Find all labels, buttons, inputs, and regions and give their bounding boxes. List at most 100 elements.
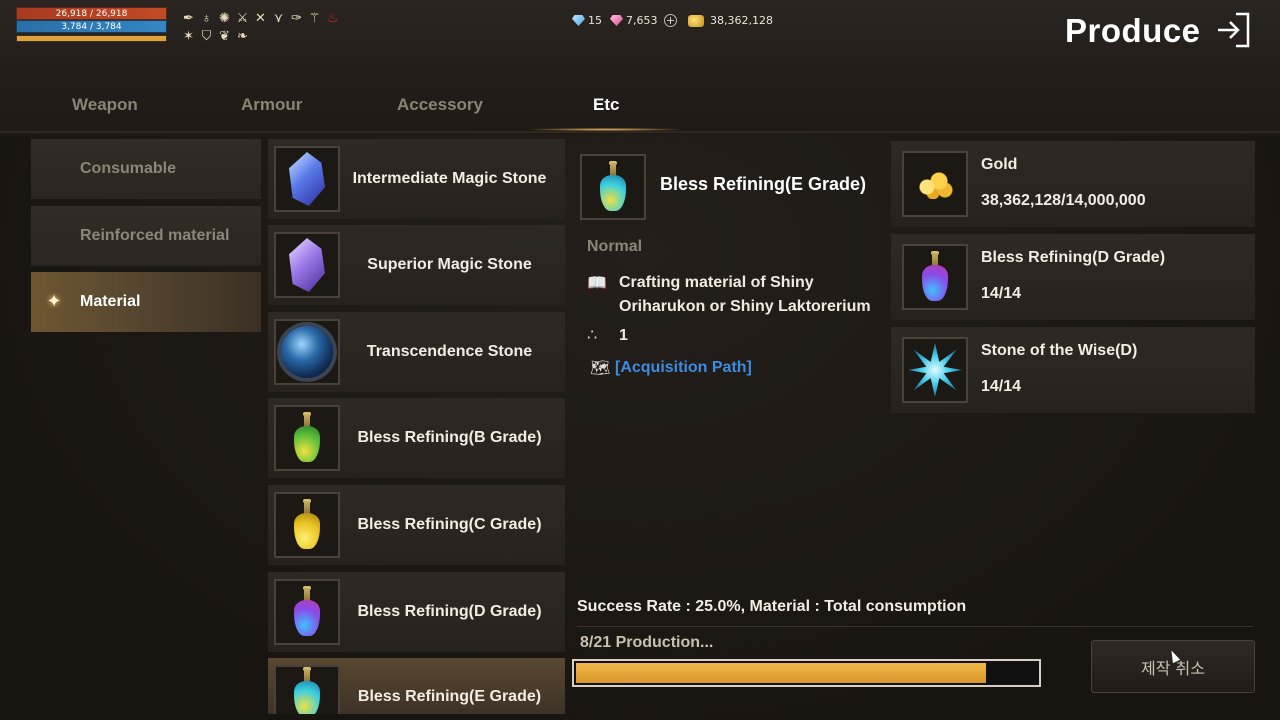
wings-icon: ❧ <box>237 28 248 43</box>
tab-weapon[interactable]: Weapon <box>72 95 138 115</box>
x-wings-icon: ✕ <box>255 10 266 25</box>
orb-icon <box>281 326 333 378</box>
divider <box>577 626 1253 627</box>
purple-crystal-icon <box>289 238 325 292</box>
blue-gem-counter: 15 <box>572 14 602 27</box>
requirement-name: Gold <box>981 156 1018 173</box>
mp-bar: 3,784 / 3,784 <box>16 20 167 33</box>
requirement-bless-refining-d[interactable]: Bless Refining(D Grade) 14/14 <box>891 234 1255 320</box>
shield-icon: ⛉ <box>201 28 212 43</box>
item-bless-refining-d[interactable]: Bless Refining(D Grade) <box>268 572 565 652</box>
laurel-icon: ❦ <box>219 28 230 43</box>
detail-grade: Normal <box>587 238 643 255</box>
blue-crystal-icon <box>289 152 325 206</box>
purple-potion-icon <box>921 251 949 303</box>
pink-gem-value: 7,653 <box>626 14 658 27</box>
requirement-count: 38,362,128/14,000,000 <box>981 192 1146 209</box>
gold-value: 38,362,128 <box>710 14 773 27</box>
description-line: Crafting material of Shiny <box>619 274 814 291</box>
claw-icon: ✶ <box>183 28 194 43</box>
cyan-potion-icon <box>599 161 627 213</box>
spiked-star-icon <box>908 343 962 397</box>
sword-icon: ⚚ <box>308 10 321 25</box>
tab-divider <box>0 131 1280 133</box>
green-potion-icon <box>293 412 321 464</box>
progress-fill <box>576 663 987 683</box>
item-slot <box>902 151 968 217</box>
item-intermediate-magic-stone[interactable]: Intermediate Magic Stone <box>268 139 565 219</box>
page-title: Produce <box>1065 12 1201 49</box>
production-progress-bar <box>572 659 1041 687</box>
gold-coin-icon <box>688 14 704 27</box>
cyan-potion-icon <box>293 667 321 714</box>
book-icon: 📖 <box>587 275 607 292</box>
pink-gem-counter: 7,653 <box>610 14 658 27</box>
item-bless-refining-b[interactable]: Bless Refining(B Grade) <box>268 398 565 478</box>
plus-icon: + <box>664 14 677 27</box>
item-slot <box>902 337 968 403</box>
item-slot <box>274 405 340 471</box>
item-slot <box>274 319 340 385</box>
item-name: Intermediate Magic Stone <box>352 170 547 187</box>
crossed-swords-icon: ⚔ <box>236 10 249 25</box>
xp-bar-fill <box>17 36 166 41</box>
item-bless-refining-c[interactable]: Bless Refining(C Grade) <box>268 485 565 565</box>
category-material[interactable]: ✦ Material <box>31 272 261 332</box>
requirement-count: 14/14 <box>981 378 1022 395</box>
category-reinforced-material[interactable]: Reinforced material <box>31 206 261 266</box>
category-label: Reinforced material <box>80 227 230 244</box>
map-icon: 🗺 <box>590 360 611 377</box>
sparkle-icon: ✦ <box>46 291 62 311</box>
item-superior-magic-stone[interactable]: Superior Magic Stone <box>268 225 565 305</box>
gold-counter: 38,362,128 <box>688 14 773 27</box>
requirement-stone-of-the-wise[interactable]: Stone of the Wise(D) 14/14 <box>891 327 1255 413</box>
production-status: 8/21 Production... <box>580 634 714 651</box>
quantity-icon: ∴ <box>587 327 598 344</box>
item-slot <box>274 665 340 714</box>
pink-gem-icon <box>610 15 623 26</box>
item-name: Bless Refining(D Grade) <box>357 603 542 620</box>
wing-icon: ⋎ <box>273 10 284 25</box>
yellow-potion-icon <box>293 499 321 551</box>
category-label: Material <box>80 293 141 310</box>
item-slot <box>274 232 340 298</box>
exit-icon[interactable] <box>1214 10 1254 50</box>
blue-gem-value: 15 <box>588 14 602 27</box>
tab-etc[interactable]: Etc <box>593 95 619 115</box>
item-name: Bless Refining(B Grade) <box>357 429 542 446</box>
item-name: Bless Refining(E Grade) <box>357 688 542 705</box>
hp-bar: 26,918 / 26,918 <box>16 7 167 20</box>
xp-bar <box>16 35 167 42</box>
cancel-production-button[interactable]: 제작 취소 <box>1091 640 1255 693</box>
detail-quantity: 1 <box>619 327 628 344</box>
detail-description: Crafting material of Shiny Oriharukon or… <box>619 271 871 319</box>
tab-accessory[interactable]: Accessory <box>397 95 483 115</box>
quill-icon: ✒ <box>183 10 194 25</box>
item-name: Transcendence Stone <box>366 343 533 360</box>
potion-icon: ♨ <box>326 10 339 25</box>
requirement-name: Bless Refining(D Grade) <box>981 249 1166 266</box>
feather-icon: ✑ <box>291 10 302 25</box>
item-name: Bless Refining(C Grade) <box>357 516 542 533</box>
item-slot <box>902 244 968 310</box>
item-transcendence-stone[interactable]: Transcendence Stone <box>268 312 565 392</box>
detail-item-slot <box>580 154 646 220</box>
category-consumable[interactable]: Consumable <box>31 139 261 199</box>
blue-gem-icon <box>572 15 585 26</box>
sun-icon: ✺ <box>219 10 230 25</box>
requirement-name: Stone of the Wise(D) <box>981 342 1138 359</box>
flask-icon: ♁ <box>201 10 212 25</box>
add-currency-button[interactable]: + <box>664 14 677 27</box>
buff-icon-tray[interactable]: ✒ ♁ ✺ ⚔ ✕ ⋎ ✑ ⚚ ♨ ✶ ⛉ ❦ ❧ <box>180 9 360 45</box>
requirement-count: 14/14 <box>981 285 1022 302</box>
item-name: Superior Magic Stone <box>367 256 532 273</box>
category-label: Consumable <box>80 160 177 177</box>
requirement-gold: Gold 38,362,128/14,000,000 <box>891 141 1255 227</box>
detail-title: Bless Refining(E Grade) <box>660 174 867 194</box>
item-slot <box>274 579 340 645</box>
description-line: Oriharukon or Shiny Laktorerium <box>619 298 871 315</box>
item-bless-refining-e[interactable]: Bless Refining(E Grade) <box>268 658 565 714</box>
tab-armour[interactable]: Armour <box>241 95 302 115</box>
success-rate-text: Success Rate : 25.0%, Material : Total c… <box>577 598 967 615</box>
acquisition-path-link[interactable]: [Acquisition Path] <box>615 356 752 380</box>
